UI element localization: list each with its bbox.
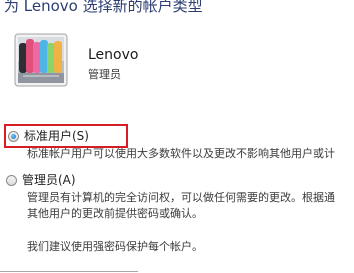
account-picture-icon [14,33,68,87]
administrator-radio[interactable] [6,174,17,186]
standard-user-option[interactable]: 标准用户(S) [4,124,128,148]
administrator-description: 管理员有计算机的完全访问权，可以做任何需要的更改。根据通 其他用户的更改前提供密… [27,190,335,222]
account-role: 管理员 [88,68,121,81]
account-picture [12,31,70,89]
standard-user-radio[interactable] [8,130,19,142]
change-account-type-panel: 为 Lenovo 选择新的帐户类型 Lenovo 管理员 标准用户(S) 标准帐… [0,0,354,273]
account-name: Lenovo [88,47,139,63]
standard-user-label: 标准用户(S) [24,129,89,143]
administrator-option[interactable]: 管理员(A) [4,173,76,187]
standard-user-description: 标准帐户用户可以使用大多数软件以及更改不影响其他用户或计 [27,146,335,162]
password-recommendation: 我们建议使用强密码保护每个帐户。 [27,240,203,253]
page-title: 为 Lenovo 选择新的帐户类型 [4,0,203,15]
administrator-description-line-1: 管理员有计算机的完全访问权，可以做任何需要的更改。根据通 [27,191,335,204]
administrator-description-line-2: 其他用户的更改前提供密码或确认。 [27,207,203,220]
footer-divider [0,264,150,273]
administrator-label: 管理员(A) [22,173,76,187]
standard-user-description-line-1: 标准帐户用户可以使用大多数软件以及更改不影响其他用户或计 [27,147,335,160]
